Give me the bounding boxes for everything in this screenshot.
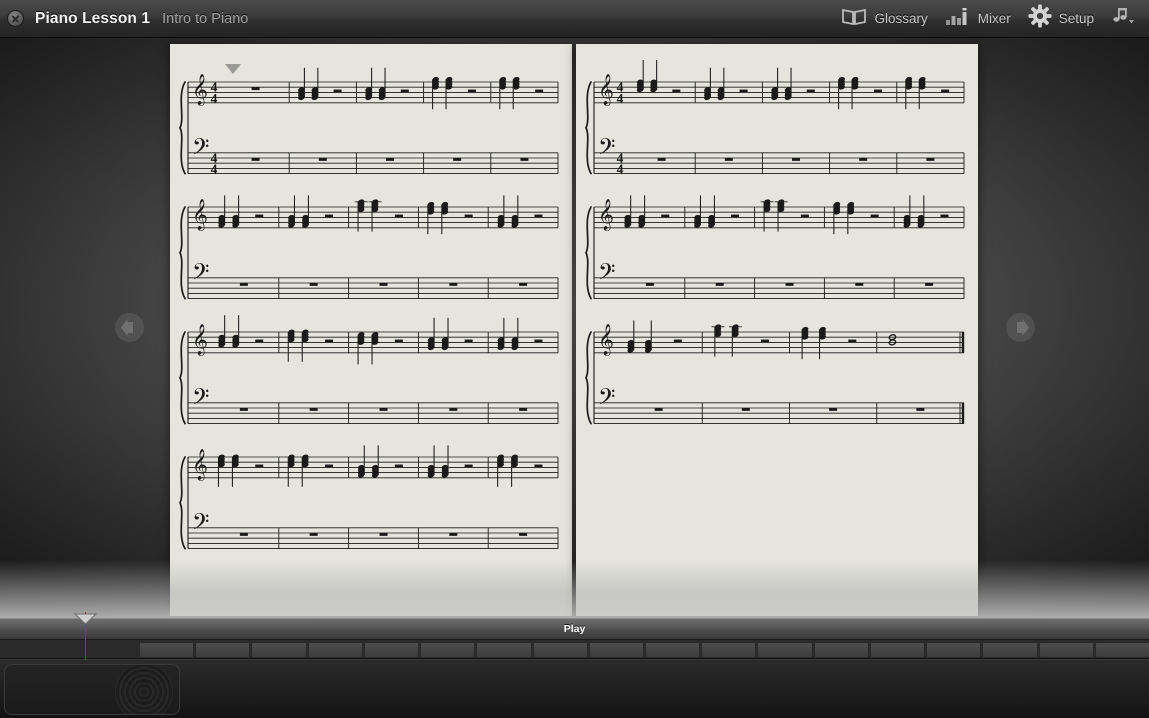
transport-bar: 110 half speed normal bbox=[0, 659, 1149, 718]
instrument-menu-button[interactable] bbox=[1108, 0, 1145, 38]
play-status-label: Play bbox=[563, 623, 586, 635]
book-icon bbox=[841, 7, 867, 31]
svg-text:4: 4 bbox=[211, 162, 218, 177]
timeline-measure-cell[interactable] bbox=[814, 643, 868, 657]
title-bar: Piano Lesson 1 Intro to Piano Glossary M… bbox=[0, 0, 1149, 38]
mixer-icon bbox=[945, 7, 971, 31]
svg-text:𝄢: 𝄢 bbox=[192, 509, 209, 540]
lcd-rings-icon bbox=[115, 665, 173, 714]
timeline-measure-cell[interactable] bbox=[983, 643, 1037, 657]
timeline-measure-cell[interactable] bbox=[196, 643, 250, 657]
svg-text:𝄞: 𝄞 bbox=[598, 198, 614, 231]
timeline-measure-cell[interactable] bbox=[758, 643, 812, 657]
setup-label: Setup bbox=[1058, 11, 1094, 26]
score-page-left[interactable]: 𝄞 𝄢 4 4 4 4 𝄞 𝄢 𝄞 𝄢 𝄞 𝄢 bbox=[170, 44, 572, 616]
mixer-label: Mixer bbox=[977, 11, 1011, 26]
svg-text:𝄢: 𝄢 bbox=[598, 259, 615, 290]
svg-text:𝄢: 𝄢 bbox=[192, 134, 209, 165]
svg-text:𝄢: 𝄢 bbox=[192, 384, 209, 415]
toolbar: Glossary Mixer Setup bbox=[838, 0, 1149, 38]
lesson-window: Piano Lesson 1 Intro to Piano Glossary M… bbox=[0, 0, 1149, 718]
timeline-measure-cell[interactable] bbox=[533, 643, 587, 657]
svg-text:𝄢: 𝄢 bbox=[192, 259, 209, 290]
score-page-right[interactable]: 𝄞 𝄢 4 4 4 4 𝄞 𝄢 𝄞 𝄢 bbox=[576, 44, 978, 616]
timeline-measure-cell[interactable] bbox=[140, 643, 194, 657]
svg-text:4: 4 bbox=[617, 91, 624, 106]
svg-text:𝄞: 𝄞 bbox=[598, 73, 614, 106]
timeline-measure-cell[interactable] bbox=[927, 643, 981, 657]
gear-icon bbox=[1028, 4, 1052, 33]
setup-button[interactable]: Setup bbox=[1025, 0, 1108, 38]
timeline-measure-cell[interactable] bbox=[1095, 643, 1149, 657]
play-status-bar: Play bbox=[0, 618, 1149, 639]
svg-text:𝄞: 𝄞 bbox=[192, 448, 208, 481]
score-workspace: 𝄞 𝄢 4 4 4 4 𝄞 𝄢 𝄞 𝄢 𝄞 𝄢 𝄞 𝄢 4 4 4 4 𝄞 𝄢 𝄞 𝄢 bbox=[0, 38, 1149, 618]
timeline-measure-cells[interactable] bbox=[140, 643, 1149, 657]
svg-text:𝄢: 𝄢 bbox=[598, 384, 615, 415]
svg-text:𝄢: 𝄢 bbox=[598, 134, 615, 165]
svg-text:𝄞: 𝄞 bbox=[192, 73, 208, 106]
timeline-measure-cell[interactable] bbox=[364, 643, 419, 657]
mixer-button[interactable]: Mixer bbox=[942, 0, 1025, 38]
timeline-ruler[interactable] bbox=[0, 639, 1149, 659]
score-notation-left: 𝄞𝄢4444𝄞𝄢𝄞𝄢𝄞𝄢 bbox=[179, 67, 559, 550]
glossary-label: Glossary bbox=[874, 11, 928, 26]
score-notation-right: 𝄞𝄢4444𝄞𝄢𝄞𝄢 bbox=[585, 60, 965, 425]
music-note-icon bbox=[1111, 6, 1135, 31]
page-title: Piano Lesson 1 bbox=[35, 9, 151, 27]
timeline-measure-cell[interactable] bbox=[421, 643, 475, 657]
prev-page-arrow-icon[interactable] bbox=[115, 313, 144, 342]
svg-text:𝄞: 𝄞 bbox=[192, 198, 208, 231]
lcd-display[interactable] bbox=[4, 664, 180, 715]
playhead-handle[interactable] bbox=[73, 612, 98, 625]
timeline-measure-cell[interactable] bbox=[645, 643, 700, 657]
svg-text:𝄞: 𝄞 bbox=[192, 323, 208, 356]
close-icon[interactable] bbox=[7, 10, 24, 27]
timeline-measure-cell[interactable] bbox=[252, 643, 306, 657]
svg-text:𝄞: 𝄞 bbox=[598, 323, 614, 356]
lesson-subtitle: Intro to Piano bbox=[162, 10, 249, 27]
timeline-measure-cell[interactable] bbox=[477, 643, 531, 657]
glossary-button[interactable]: Glossary bbox=[838, 0, 941, 38]
next-page-arrow-icon[interactable] bbox=[1006, 313, 1035, 342]
timeline-measure-cell[interactable] bbox=[1039, 643, 1093, 657]
svg-text:4: 4 bbox=[211, 91, 218, 106]
timeline-measure-cell[interactable] bbox=[308, 643, 362, 657]
svg-text:4: 4 bbox=[617, 162, 624, 177]
playback-position-marker-icon bbox=[225, 64, 241, 74]
timeline-measure-cell[interactable] bbox=[702, 643, 756, 657]
timeline-measure-cell[interactable] bbox=[589, 643, 643, 657]
timeline-measure-cell[interactable] bbox=[870, 643, 925, 657]
